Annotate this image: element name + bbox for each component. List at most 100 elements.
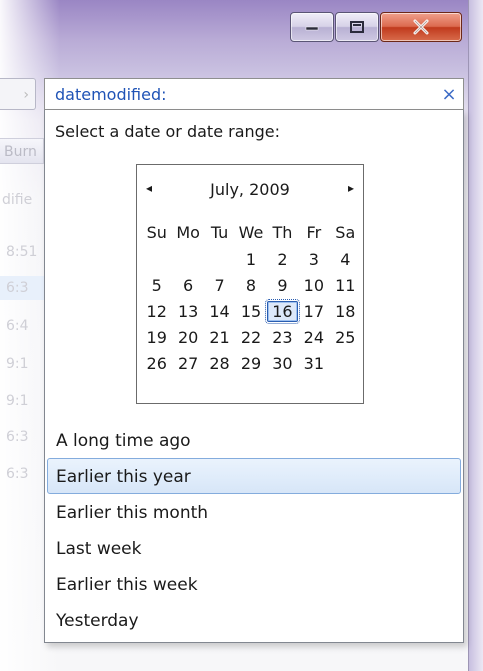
calendar-day-label: 6 <box>183 276 194 295</box>
calendar-day-empty <box>330 351 361 377</box>
calendar-day-label: 1 <box>245 250 257 269</box>
calendar-day[interactable]: 26 <box>141 351 172 377</box>
calendar-day[interactable]: 31 <box>298 351 329 377</box>
next-month-icon[interactable]: ▸ <box>348 181 354 195</box>
date-option[interactable]: Earlier this week <box>47 566 461 602</box>
row-time-fragment: 8:51 <box>6 244 38 260</box>
clear-search-icon[interactable]: × <box>435 84 463 105</box>
calendar-day[interactable]: 5 <box>141 273 172 299</box>
calendar-day[interactable]: 19 <box>141 325 172 351</box>
calendar-day[interactable]: 23 <box>267 325 298 351</box>
calendar-day-label: 22 <box>240 328 262 347</box>
calendar-day[interactable]: 18 <box>330 299 361 325</box>
calendar-day-label: 29 <box>240 354 262 373</box>
column-header-fragment: difie <box>2 192 33 208</box>
row-time-fragment: 6:3 <box>6 280 29 296</box>
date-options-list: A long time ago Earlier this year Earlier … <box>47 422 461 638</box>
dropdown-header: Select a date or date range: <box>55 122 281 141</box>
calendar-day-label: 27 <box>177 354 199 373</box>
maximize-button[interactable] <box>335 12 379 42</box>
calendar-day-label: 3 <box>308 250 319 269</box>
search-input[interactable]: datemodified: <box>45 85 435 104</box>
calendar-day-label: 9 <box>277 276 288 295</box>
date-option[interactable]: Last week <box>47 530 461 566</box>
calendar-day-label: 20 <box>177 328 199 347</box>
calendar-day[interactable]: 24 <box>298 325 329 351</box>
calendar-day-label: 30 <box>272 354 293 373</box>
calendar-day-label: 5 <box>151 276 162 295</box>
calendar-day[interactable]: 30 <box>267 351 298 377</box>
calendar-day-label: 14 <box>209 302 230 321</box>
calendar-day[interactable]: 20 <box>172 325 203 351</box>
address-bar-fragment[interactable]: › <box>0 78 36 110</box>
weekday-header: Fr <box>306 223 322 242</box>
calendar-day[interactable]: 27 <box>172 351 203 377</box>
calendar-day[interactable]: 3 <box>298 247 329 273</box>
close-icon <box>413 19 429 35</box>
calendar-day[interactable]: 10 <box>298 273 329 299</box>
calendar-day-label: 19 <box>146 328 167 347</box>
calendar-day[interactable]: 1 <box>235 247 266 273</box>
row-time-fragment: 6:3 <box>6 429 29 445</box>
calendar-day[interactable]: 9 <box>267 273 298 299</box>
calendar-day[interactable]: 15 <box>235 299 266 325</box>
calendar-day-label: 7 <box>214 276 225 295</box>
calendar-day[interactable]: 4 <box>330 247 361 273</box>
date-option[interactable]: Earlier this year <box>47 458 461 494</box>
calendar-day[interactable]: 21 <box>204 325 235 351</box>
calendar: ◂ July, 2009 ▸ Su Mo Tu We Th Fr Sa 1 2 3 4 5 6 7 8 9 10… <box>136 164 364 404</box>
date-option[interactable]: Yesterday <box>47 602 461 638</box>
minimize-icon <box>305 26 319 31</box>
calendar-day[interactable]: 13 <box>172 299 203 325</box>
calendar-day-label: 17 <box>303 302 325 321</box>
calendar-day-label: 16 <box>265 299 300 324</box>
calendar-day[interactable]: 29 <box>235 351 266 377</box>
search-box[interactable]: datemodified: × <box>44 78 464 110</box>
weekday-header: Mo <box>176 223 200 242</box>
calendar-day-label: 23 <box>272 328 293 347</box>
calendar-day-empty <box>204 247 235 273</box>
calendar-day-label: 2 <box>277 250 288 269</box>
calendar-day[interactable]: 14 <box>204 299 235 325</box>
calendar-day-label: 26 <box>146 354 167 373</box>
calendar-day[interactable]: 7 <box>204 273 235 299</box>
calendar-day-label: 15 <box>240 302 262 321</box>
calendar-month-title[interactable]: July, 2009 <box>137 180 363 199</box>
calendar-day-label: 24 <box>303 328 325 347</box>
date-option[interactable]: Earlier this month <box>47 494 461 530</box>
window-right-border <box>468 0 483 671</box>
calendar-day[interactable]: 17 <box>298 299 329 325</box>
caption-buttons <box>290 12 470 42</box>
row-time-fragment: 6:3 <box>6 466 29 482</box>
calendar-day[interactable]: 11 <box>330 273 361 299</box>
row-time-fragment: 9:1 <box>6 356 29 372</box>
calendar-day-empty <box>141 247 172 273</box>
calendar-day-label: 4 <box>340 250 351 269</box>
calendar-day-label: 31 <box>303 354 325 373</box>
calendar-day-label: 11 <box>335 276 356 295</box>
calendar-day[interactable]: 28 <box>204 351 235 377</box>
maximize-icon <box>350 21 364 33</box>
calendar-day-today[interactable]: 16 <box>265 299 300 325</box>
weekday-header: We <box>238 223 264 242</box>
weekday-header: Tu <box>210 223 229 242</box>
calendar-day-label: 8 <box>245 276 257 295</box>
row-time-fragment: 6:4 <box>6 318 29 334</box>
calendar-day[interactable]: 2 <box>267 247 298 273</box>
date-option[interactable]: A long time ago <box>47 422 461 458</box>
calendar-day[interactable]: 25 <box>330 325 361 351</box>
calendar-day-label: 18 <box>335 302 356 321</box>
calendar-day-empty <box>172 247 203 273</box>
close-button[interactable] <box>380 12 462 42</box>
minimize-button[interactable] <box>290 12 334 42</box>
calendar-grid: Su Mo Tu We Th Fr Sa 1 2 3 4 5 6 7 8 9 10 11 12 13 14 15 16 17 1… <box>141 219 361 377</box>
calendar-day[interactable]: 6 <box>172 273 203 299</box>
burn-button-fragment[interactable]: Burn <box>0 138 44 164</box>
calendar-day-label: 21 <box>209 328 230 347</box>
calendar-day[interactable]: 8 <box>235 273 266 299</box>
row-time-fragment: 9:1 <box>6 393 29 409</box>
calendar-day[interactable]: 12 <box>141 299 172 325</box>
weekday-header: Su <box>146 223 167 242</box>
calendar-day[interactable]: 22 <box>235 325 266 351</box>
date-filter-dropdown: Select a date or date range: ◂ July, 200… <box>44 110 464 643</box>
